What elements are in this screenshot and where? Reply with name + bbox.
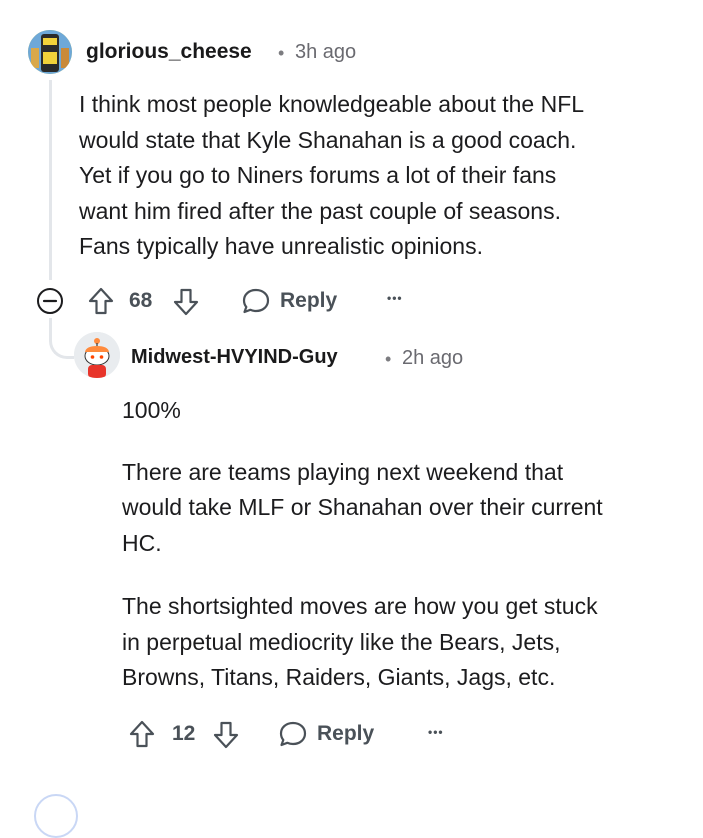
reply-label: Reply bbox=[317, 722, 375, 745]
thread-line bbox=[49, 80, 52, 280]
reply-body-line: would take MLF or Shanahan over their cu… bbox=[122, 494, 603, 520]
reply-body-line: Browns, Titans, Raiders, Giants, Jags, e… bbox=[122, 664, 556, 690]
avatar[interactable] bbox=[28, 30, 72, 74]
next-comment-avatar bbox=[34, 794, 78, 838]
comment-body-line: Fans typically have unrealistic opinions… bbox=[79, 233, 483, 259]
reply-bubble-icon bbox=[241, 286, 271, 316]
thread-connector bbox=[49, 318, 74, 359]
upvote-icon[interactable] bbox=[87, 286, 115, 316]
comment-body-line: Yet if you go to Niners forums a lot of … bbox=[79, 162, 557, 188]
downvote-icon[interactable] bbox=[212, 720, 240, 750]
reply-body-line: The shortsighted moves are how you get s… bbox=[122, 593, 598, 619]
more-options-icon[interactable]: ••• bbox=[428, 725, 444, 739]
comment-body-line: would state that Kyle Shanahan is a good… bbox=[79, 126, 577, 153]
comment-body-line: want him fired after the past couple of … bbox=[79, 197, 561, 224]
reply-label: Reply bbox=[280, 289, 338, 312]
more-options-icon[interactable]: ••• bbox=[387, 291, 403, 305]
reply-button[interactable]: Reply bbox=[241, 286, 341, 316]
reply-body-line: HC. bbox=[122, 529, 162, 556]
reply-body: 100% There are teams playing next weeken… bbox=[122, 393, 603, 696]
comment-username[interactable]: glorious_cheese bbox=[86, 40, 252, 64]
reply-button[interactable]: Reply bbox=[278, 719, 378, 749]
comment-body: I think most people knowledgeable about … bbox=[79, 87, 584, 265]
avatar[interactable] bbox=[74, 332, 120, 378]
reply-score: 12 bbox=[172, 722, 196, 745]
reply-bubble-icon bbox=[278, 719, 308, 749]
downvote-icon[interactable] bbox=[172, 287, 200, 317]
separator-dot: • bbox=[278, 43, 285, 63]
comment-score: 68 bbox=[129, 289, 153, 312]
separator-dot: • bbox=[385, 349, 392, 369]
comment-timestamp: 3h ago bbox=[295, 41, 357, 63]
reply-body-line: in perpetual mediocrity like the Bears, … bbox=[122, 628, 561, 655]
collapse-icon[interactable] bbox=[36, 287, 64, 315]
reply-body-line: There are teams playing next weekend tha… bbox=[122, 458, 564, 485]
reply-timestamp: 2h ago bbox=[402, 347, 464, 369]
reply-body-line: 100% bbox=[122, 397, 181, 423]
upvote-icon[interactable] bbox=[128, 719, 156, 749]
comment-body-line: I think most people knowledgeable about … bbox=[79, 91, 585, 117]
reply-username[interactable]: Midwest-HVYIND-Guy bbox=[131, 346, 338, 369]
